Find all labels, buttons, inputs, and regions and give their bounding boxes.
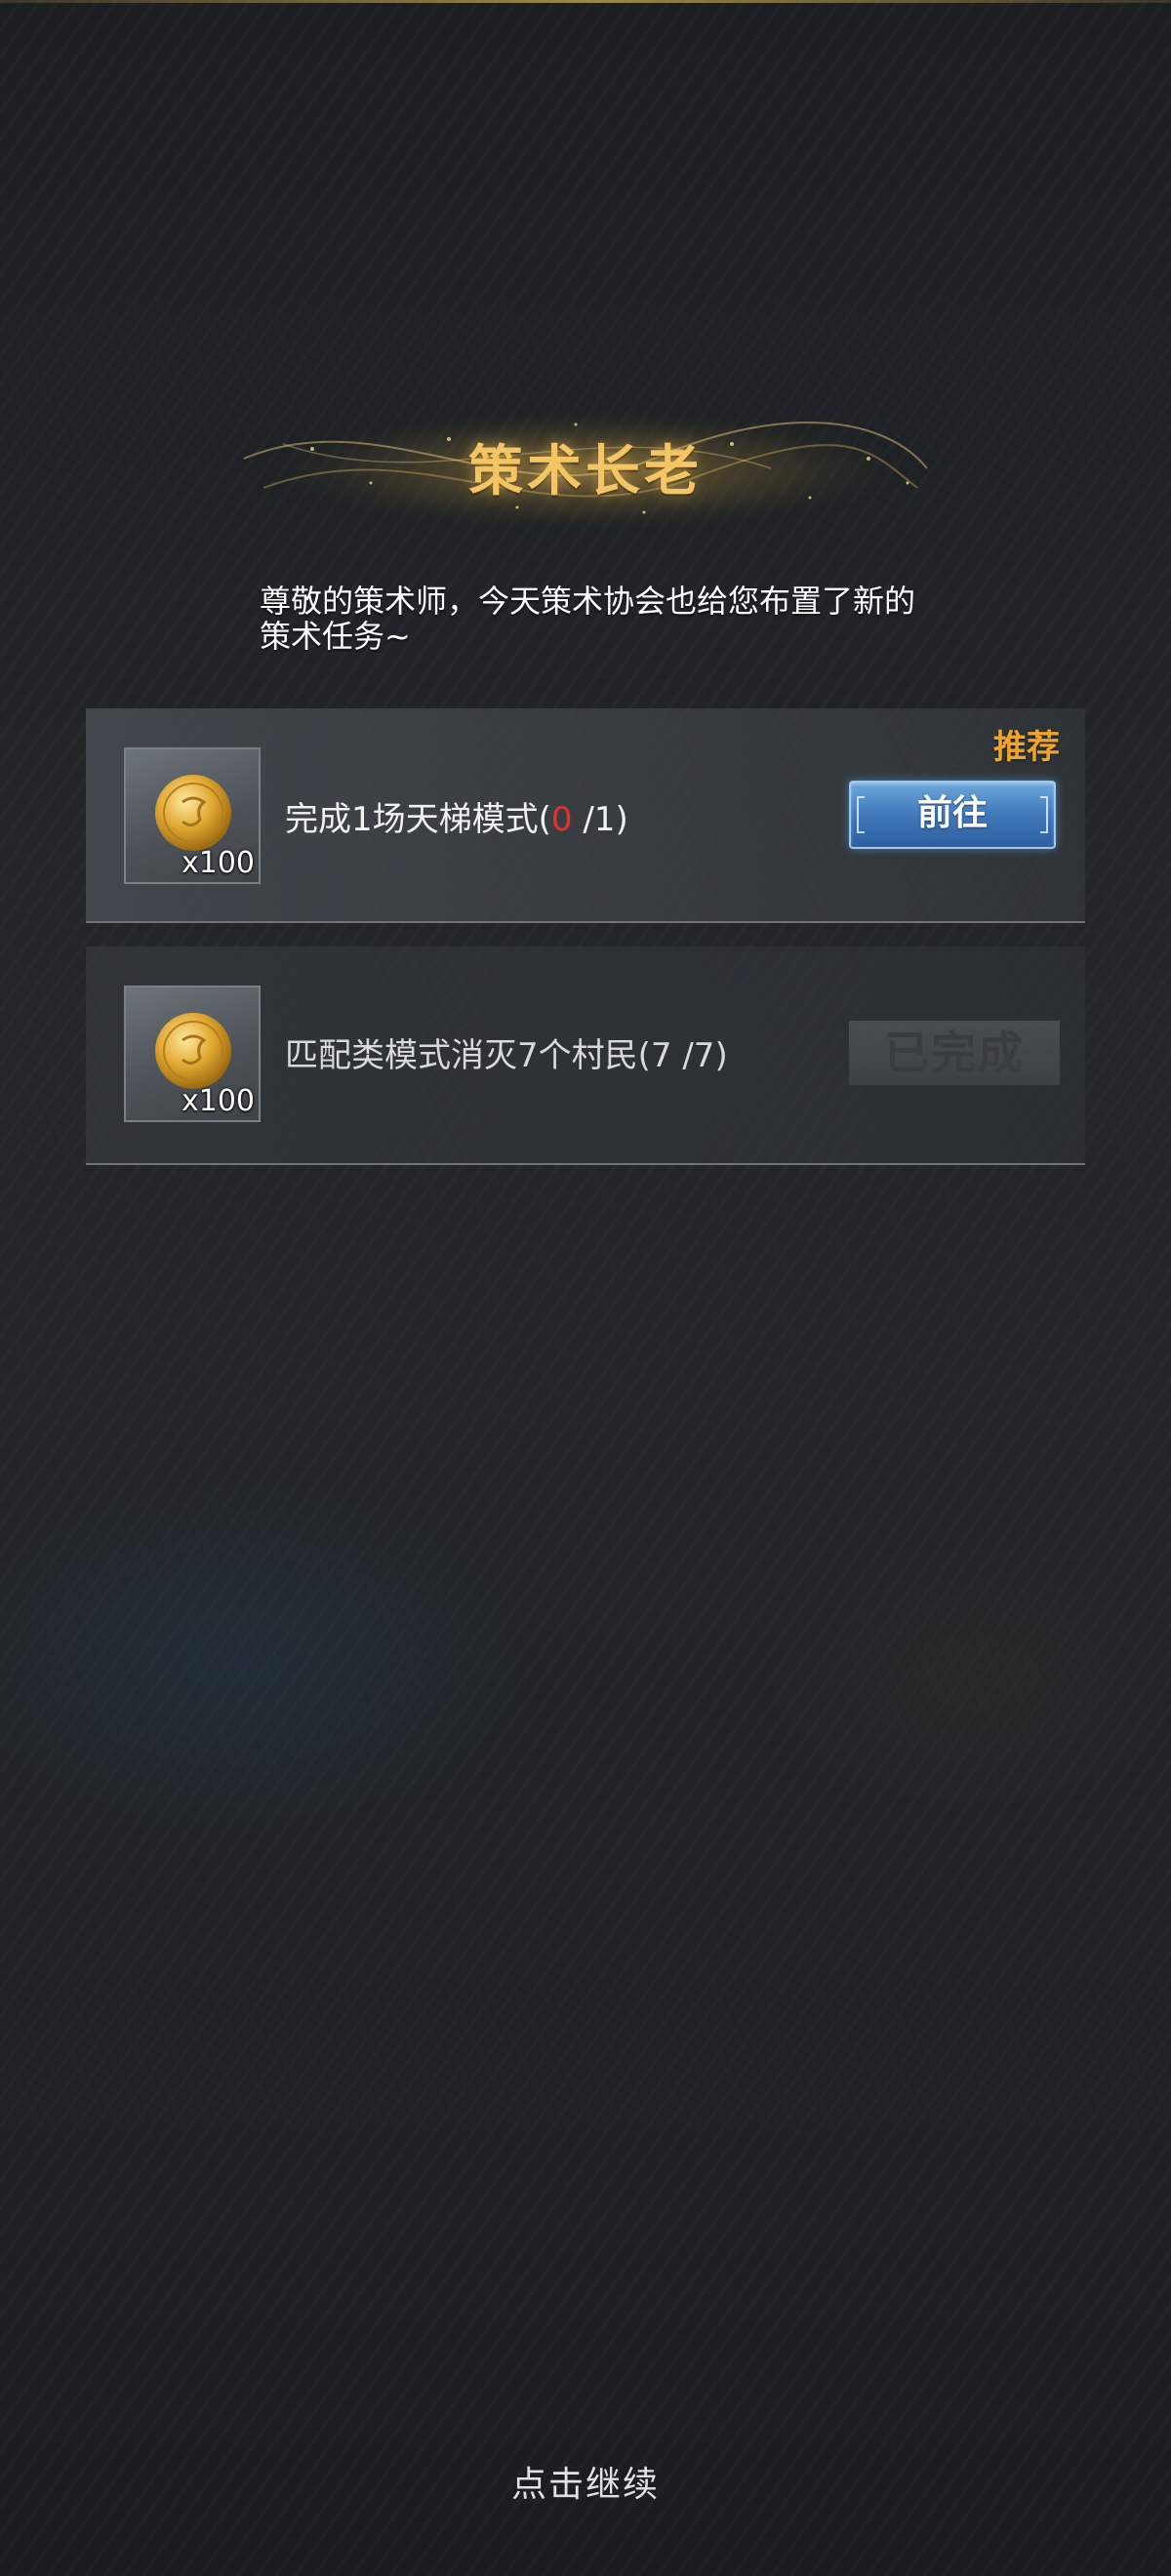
task-description: 完成1场天梯模式(0 /1): [285, 792, 628, 840]
task-card-villagers: x100 匹配类模式消灭7个村民(7 /7) 已完成: [86, 946, 1085, 1165]
gold-coin-icon: [155, 775, 231, 851]
progress-open: (: [637, 1036, 651, 1075]
reward-item-slot[interactable]: x100: [124, 986, 261, 1122]
progress-rest: /7): [671, 1036, 728, 1075]
tap-to-continue[interactable]: 点击继续: [0, 2456, 1171, 2507]
go-button[interactable]: 前往: [849, 781, 1056, 849]
top-edge-line: [0, 0, 1171, 3]
button-bracket-left: [857, 796, 865, 833]
progress-current: 7: [650, 1036, 672, 1075]
dialog-header: 策术长老: [224, 390, 947, 546]
button-bracket-right: [1040, 796, 1048, 833]
task-card-ladder: 推荐 x100 完成1场天梯模式(0 /1) 前往: [86, 708, 1085, 923]
task-text: 完成1场天梯模式: [285, 800, 539, 839]
gold-coin-icon: [155, 1013, 231, 1089]
task-text: 匹配类模式消灭7个村民: [285, 1036, 638, 1075]
recommend-badge: 推荐: [993, 728, 1060, 767]
reward-quantity: x100: [181, 1084, 255, 1118]
reward-quantity: x100: [181, 846, 255, 880]
go-button-label: 前往: [916, 793, 988, 833]
progress-rest: /1): [572, 800, 628, 839]
completed-status-button: 已完成: [849, 1021, 1060, 1085]
dialog-intro-text: 尊敬的策术师，今天策术协会也给您布置了新的策术任务~: [260, 583, 916, 655]
progress-current: 0: [550, 800, 573, 839]
dialog-title: 策术长老: [468, 440, 703, 503]
task-description: 匹配类模式消灭7个村民(7 /7): [285, 1028, 728, 1076]
progress-open: (: [538, 800, 551, 839]
reward-item-slot[interactable]: x100: [124, 747, 261, 884]
